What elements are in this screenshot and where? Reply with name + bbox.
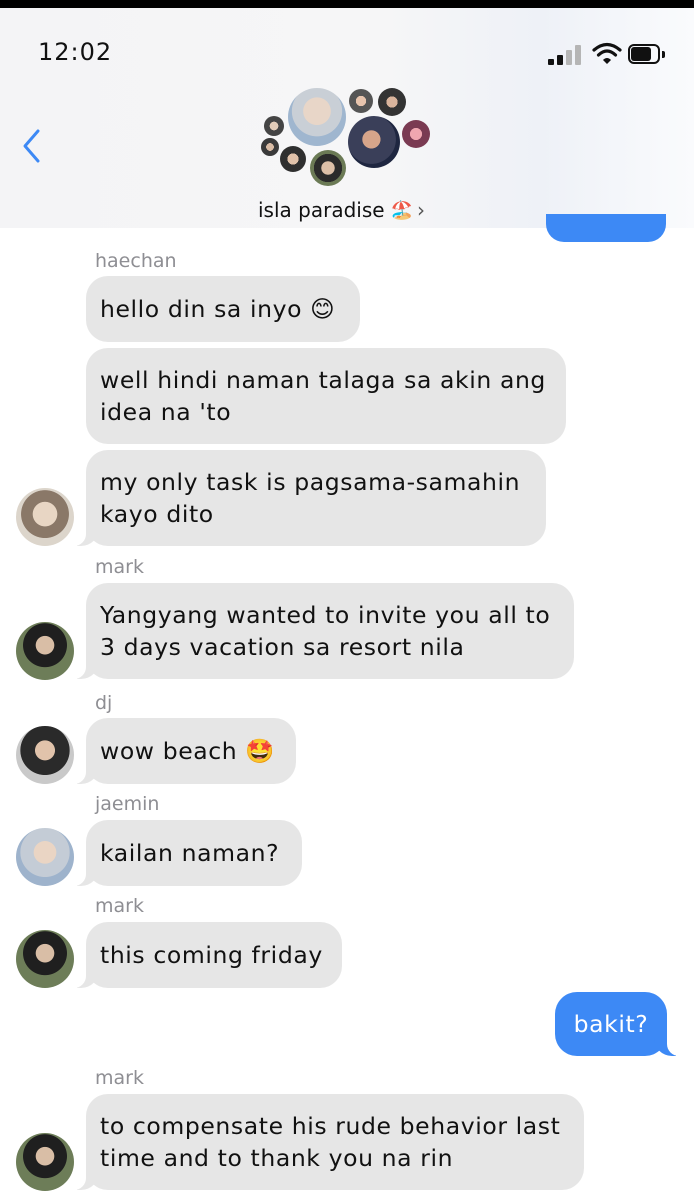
avatar[interactable] <box>16 930 74 988</box>
received-message[interactable]: well hindi naman talaga sa akin ang idea… <box>86 348 566 444</box>
received-message[interactable]: to compensate his rude behavior last tim… <box>72 1094 584 1190</box>
sender-name: mark <box>95 895 144 917</box>
received-message[interactable]: hello din sa inyo 😊 <box>86 276 360 342</box>
sent-message[interactable]: bakit? <box>555 992 681 1056</box>
sender-name: jaemin <box>95 793 160 815</box>
beach-umbrella-icon: 🏖️ <box>390 199 413 221</box>
avatar[interactable] <box>16 488 74 546</box>
sender-name: haechan <box>95 250 177 272</box>
back-chevron-icon[interactable] <box>18 126 44 166</box>
sender-name: mark <box>95 556 144 578</box>
sender-name: mark <box>95 1067 144 1089</box>
group-avatar-medium <box>348 116 400 168</box>
group-title[interactable]: isla paradise 🏖️ › <box>258 198 425 222</box>
received-message[interactable]: kailan naman? <box>72 820 302 886</box>
group-avatar-small-6 <box>280 146 306 172</box>
avatar[interactable] <box>16 1133 74 1191</box>
avatar[interactable] <box>16 726 74 784</box>
top-edge <box>0 0 694 8</box>
chevron-right-icon: › <box>416 198 425 222</box>
received-message[interactable]: Yangyang wanted to invite you all to 3 d… <box>72 583 574 679</box>
chat-header: 12:02 isla paradise 🏖️ › <box>0 8 694 228</box>
group-avatar-small-7 <box>310 150 346 186</box>
status-time: 12:02 <box>38 38 113 66</box>
group-title-text: isla paradise <box>258 198 385 222</box>
received-message[interactable]: this coming friday <box>72 922 342 988</box>
battery-icon <box>628 44 668 66</box>
sent-bubble-partial <box>546 214 666 242</box>
group-avatar-small-3 <box>402 120 430 148</box>
sender-name: dj <box>95 692 113 714</box>
received-message[interactable]: wow beach 🤩 <box>72 718 296 784</box>
group-avatar-small-1 <box>349 89 373 113</box>
cellular-signal-icon <box>548 45 588 65</box>
group-avatar-small-5 <box>261 138 279 156</box>
avatar[interactable] <box>16 622 74 680</box>
group-avatar-small-4 <box>264 116 284 136</box>
received-message[interactable]: my only task is pagsama-samahin kayo dit… <box>72 450 546 546</box>
avatar[interactable] <box>16 828 74 886</box>
group-avatar-small-2 <box>378 88 406 116</box>
wifi-icon <box>592 42 622 64</box>
group-avatar-large <box>288 88 346 146</box>
